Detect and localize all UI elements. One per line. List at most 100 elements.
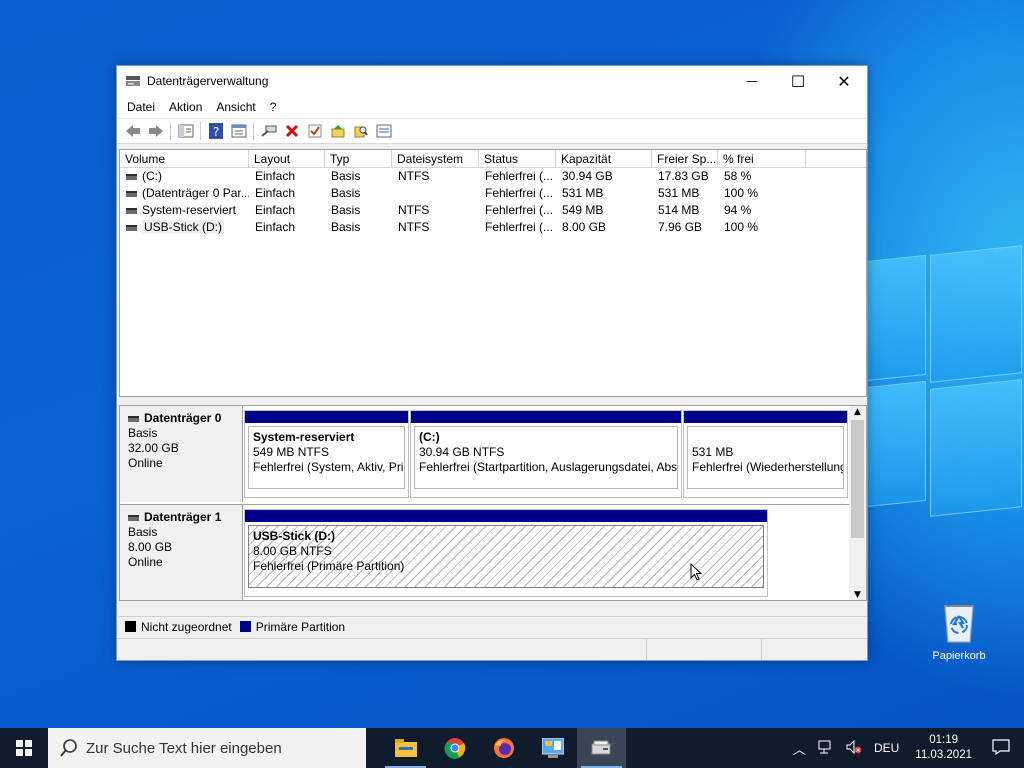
cell-type: Basis [331, 203, 361, 217]
taskbar-control-panel[interactable] [528, 728, 577, 768]
properties-button[interactable] [227, 120, 250, 142]
console-tree-icon [178, 124, 193, 138]
taskbar-firefox[interactable] [479, 728, 528, 768]
search-icon [60, 739, 77, 757]
partition-c[interactable]: (C:) 30.94 GB NTFS Fehlerfrei (Startpartit… [410, 410, 682, 498]
minimize-button[interactable]: — [729, 66, 775, 96]
column-volume[interactable]: Volume [120, 150, 249, 167]
clock[interactable]: 01:19 11.03.2021 [905, 733, 982, 763]
graph-scrollbar[interactable]: ▲ ▼ [849, 406, 866, 600]
disk-type: Basis [128, 426, 158, 440]
taskbar-search-box[interactable]: Zur Suche Text hier eingeben [48, 728, 366, 768]
volume-name: System-reserviert [142, 203, 237, 217]
language-indicator[interactable]: DEU [868, 741, 905, 755]
column-free-space[interactable]: Freier Sp... [652, 150, 718, 167]
disk-icon [128, 415, 139, 422]
cell-free-space: 514 MB [658, 203, 700, 217]
disk-status: Online [128, 555, 163, 569]
status-bar [117, 638, 867, 660]
partition-status: Fehlerfrei (System, Aktiv, Primäre Parti… [253, 460, 404, 474]
connect-button[interactable] [257, 120, 280, 142]
taskbar-file-explorer[interactable] [381, 728, 430, 768]
partition-usb-stick[interactable]: USB-Stick (D:) 8.00 GB NTFS Fehlerfrei (Pr… [244, 509, 768, 597]
cell-percent-free: 100 % [724, 220, 759, 234]
recycle-bin-icon [941, 600, 977, 644]
disk-size: 32.00 GB [128, 441, 179, 455]
column-percent-free[interactable]: % frei [718, 150, 806, 167]
start-button[interactable] [0, 728, 48, 768]
volume-name: (Datenträger 0 Par... [142, 186, 249, 200]
disk-label[interactable]: Datenträger 0 Basis 32.00 GB Online [120, 406, 243, 502]
close-button[interactable]: ✕ [821, 66, 867, 96]
column-type[interactable]: Typ [325, 150, 392, 167]
forward-icon [148, 125, 163, 137]
menu-datei[interactable]: Datei [120, 100, 162, 114]
partition-system-reserved[interactable]: System-reserviert 549 MB NTFS Fehlerfrei (… [244, 410, 409, 498]
maximize-icon: ☐ [790, 71, 806, 91]
partition-title: System-reserviert [253, 430, 355, 444]
search-button[interactable] [349, 120, 372, 142]
table-row[interactable]: (Datenträger 0 Par... Einfach Basis Fehl… [120, 185, 866, 202]
tray-chevron-up-icon[interactable]: ︿ [787, 739, 812, 758]
cell-capacity: 30.94 GB [562, 169, 613, 183]
taskbar-disk-management[interactable] [577, 728, 626, 768]
scroll-down-icon[interactable]: ▼ [849, 590, 866, 600]
column-layout[interactable]: Layout [249, 150, 325, 167]
table-row[interactable]: (C:) Einfach Basis NTFS Fehlerfrei (... … [120, 168, 866, 185]
column-status[interactable]: Status [479, 150, 556, 167]
cell-capacity: 531 MB [562, 186, 604, 200]
search-placeholder: Zur Suche Text hier eingeben [86, 739, 282, 757]
volume-muted-icon[interactable] [840, 739, 868, 757]
drive-icon [126, 224, 137, 231]
scroll-up-icon[interactable]: ▲ [849, 406, 866, 418]
cell-percent-free: 94 % [724, 203, 752, 217]
disk-graphical-view: Datenträger 0 Basis 32.00 GB Online Syst… [119, 405, 867, 601]
table-row[interactable]: System-reserviert Einfach Basis NTFS Feh… [120, 202, 866, 219]
legend-swatch-primary [239, 621, 251, 632]
cell-status: Fehlerfrei (... [485, 220, 554, 234]
column-capacity[interactable]: Kapazität [556, 150, 652, 167]
delete-icon [285, 124, 298, 138]
maximize-button[interactable]: ☐ [775, 66, 821, 96]
cell-filesystem [392, 185, 479, 202]
delete-button[interactable] [280, 120, 303, 142]
back-button[interactable] [121, 120, 144, 142]
cell-layout: Einfach [255, 186, 296, 200]
title-bar[interactable]: Datenträgerverwaltung — ☐ ✕ [117, 66, 867, 96]
menu-help[interactable]: ? [263, 100, 284, 114]
cell-type: Basis [331, 186, 361, 200]
help-button[interactable]: ? [204, 120, 227, 142]
import-button[interactable] [326, 120, 349, 142]
disk-status: Online [128, 456, 163, 470]
cell-status: Fehlerfrei (... [485, 203, 554, 217]
network-icon[interactable] [812, 740, 840, 757]
console-tree-button[interactable] [174, 120, 197, 142]
menu-ansicht[interactable]: Ansicht [209, 100, 262, 114]
recycle-bin-label: Papierkorb [932, 650, 986, 662]
disk-label[interactable]: Datenträger 1 Basis 8.00 GB Online [120, 505, 243, 600]
help-icon: ? [208, 123, 223, 139]
cell-percent-free: 58 % [724, 169, 752, 183]
menu-aktion[interactable]: Aktion [162, 100, 209, 114]
legend-swatch-unallocated [125, 621, 136, 632]
cell-filesystem: NTFS [398, 203, 430, 217]
check-icon [308, 124, 321, 138]
list-view-button[interactable] [372, 120, 395, 142]
notification-center-icon[interactable] [982, 738, 1024, 758]
forward-button[interactable] [144, 120, 167, 142]
partition-size: 549 MB NTFS [253, 445, 330, 459]
control-panel-icon [541, 738, 564, 758]
file-explorer-icon [394, 739, 417, 757]
system-tray: ︿ DEU 01:19 11.03.2021 [787, 728, 1024, 768]
scroll-thumb[interactable] [851, 420, 864, 538]
windows-wallpaper-logo [864, 245, 1024, 517]
partition-recovery[interactable]: 531 MBFehlerfrei (Wiederherstellungspart… [683, 410, 848, 498]
cell-layout: Einfach [255, 203, 296, 217]
cell-type: Basis [331, 169, 361, 183]
disk-type: Basis [128, 525, 158, 539]
taskbar-chrome[interactable] [430, 728, 479, 768]
column-filesystem[interactable]: Dateisystem [392, 150, 479, 167]
check-button[interactable] [303, 120, 326, 142]
recycle-bin-desktop-icon[interactable]: Papierkorb [924, 600, 994, 662]
table-row[interactable]: USB-Stick (D:) Einfach Basis NTFS Fehler… [120, 219, 866, 236]
